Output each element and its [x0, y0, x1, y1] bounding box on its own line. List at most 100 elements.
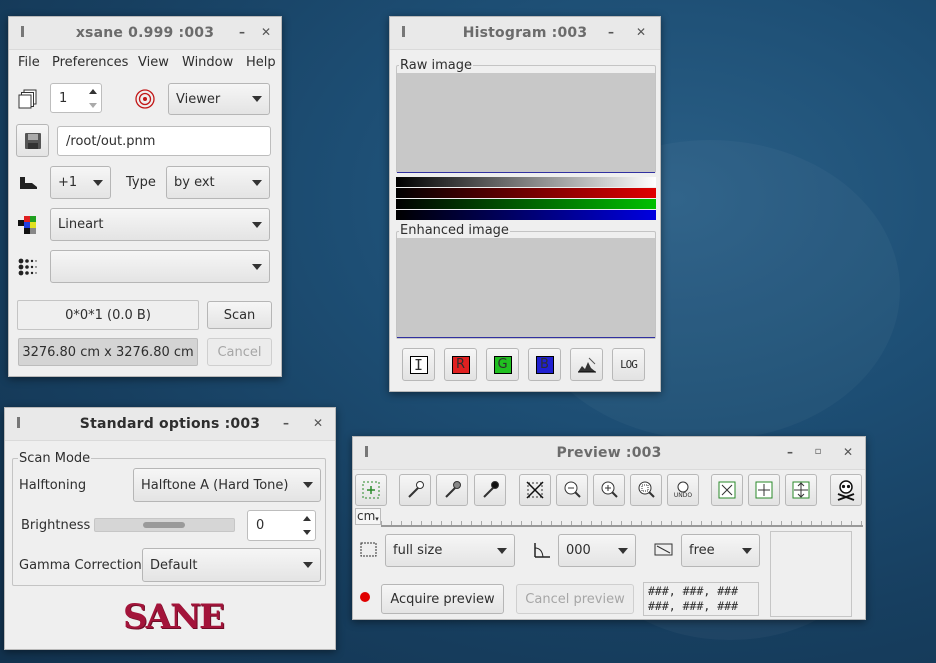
copies-spinbox[interactable]: 1 [50, 83, 102, 113]
standard-options-titlebar[interactable]: Standard options :003 – ✕ [5, 408, 335, 441]
center-area-button[interactable] [785, 474, 817, 506]
floppy-icon [24, 132, 41, 149]
file-type-combo[interactable]: by ext [166, 166, 270, 199]
log-scale-button[interactable]: LOG [612, 348, 645, 381]
copies-increment[interactable] [89, 88, 97, 94]
halftoning-label: Halftoning [19, 478, 87, 493]
auto-select-button[interactable] [519, 474, 551, 506]
xsane-titlebar[interactable]: xsane 0.999 :003 – ✕ [9, 17, 281, 50]
eyedropper-gray-icon [445, 481, 461, 498]
blue-toggle-button[interactable]: B [528, 348, 561, 381]
scan-mode-combo[interactable]: Lineart [50, 208, 270, 241]
brightness-spinbox[interactable]: 0 [247, 510, 316, 541]
histogram-titlebar[interactable]: Histogram :003 – ✕ [390, 17, 660, 50]
window-menu-handle[interactable] [21, 26, 24, 37]
cancel-preview-button[interactable]: Cancel preview [516, 584, 634, 614]
filename-field[interactable]: /root/out.pnm [57, 126, 271, 156]
scan-label: Scan [223, 307, 256, 323]
close-button[interactable]: ✕ [257, 23, 275, 41]
acquire-preview-button[interactable]: Acquire preview [381, 584, 504, 614]
filename-value: /root/out.pnm [66, 133, 156, 149]
minimize-button[interactable]: – [602, 23, 620, 41]
close-button[interactable]: ✕ [839, 443, 857, 461]
minimize-button[interactable]: – [233, 23, 251, 41]
pick-black-button[interactable] [474, 474, 506, 506]
menu-file[interactable]: File [18, 55, 40, 70]
enhanced-histogram-plot [397, 238, 655, 338]
window-menu-handle[interactable] [365, 446, 368, 457]
size-icon [360, 542, 378, 558]
scan-button[interactable]: Scan [207, 301, 272, 329]
full-area-button[interactable] [711, 474, 743, 506]
raw-image-label: Raw image [399, 58, 473, 73]
cancel-button[interactable]: Cancel [207, 338, 272, 366]
menu-view[interactable]: View [138, 55, 169, 70]
brightness-increment[interactable] [303, 515, 311, 521]
enhanced-image-label: Enhanced image [399, 223, 510, 238]
halftoning-combo[interactable]: Halftone A (Hard Tone) [133, 468, 321, 502]
menu-help[interactable]: Help [246, 55, 276, 70]
pick-white-button[interactable] [399, 474, 431, 506]
green-gradient-bar [396, 199, 656, 209]
zoom-selection-button[interactable] [630, 474, 662, 506]
blue-icon: B [535, 355, 554, 374]
window-title: Histogram :003 [462, 25, 588, 41]
pixel-display-button[interactable] [570, 348, 603, 381]
zoom-undo-button[interactable]: UNDO [667, 474, 699, 506]
menu-window[interactable]: Window [182, 55, 233, 70]
close-button[interactable]: ✕ [632, 23, 650, 41]
menu-preferences[interactable]: Preferences [52, 55, 128, 70]
sane-logo: SANE [117, 597, 229, 637]
zoom-in-button[interactable] [593, 474, 625, 506]
preview-area[interactable] [770, 531, 852, 617]
rotation-combo[interactable]: 000 [558, 534, 636, 567]
save-file-button[interactable] [16, 124, 49, 157]
preview-status-led [360, 592, 370, 602]
zoom-out-button[interactable] [556, 474, 588, 506]
select-area-icon [362, 481, 380, 499]
halftone-combo[interactable] [50, 250, 270, 283]
preset-size-combo[interactable]: full size [385, 534, 515, 567]
minimize-button[interactable]: – [277, 414, 295, 432]
select-area-button[interactable] [355, 474, 387, 506]
viewer-combo[interactable]: Viewer [168, 83, 270, 115]
scan-mode-label: Scan Mode [18, 451, 92, 466]
brightness-slider-handle[interactable] [143, 522, 185, 528]
filename-step-combo[interactable]: +1 [50, 166, 111, 199]
maximize-area-button[interactable] [748, 474, 780, 506]
raw-histogram-plot [397, 73, 655, 173]
maximize-area-icon [755, 481, 773, 499]
preview-titlebar[interactable]: Preview :003 – ▫ ✕ [353, 437, 865, 470]
minimize-button[interactable]: – [781, 443, 799, 461]
brightness-label: Brightness [21, 518, 91, 533]
coords-line-2: ###, ###, ### [648, 599, 739, 613]
green-toggle-button[interactable]: G [486, 348, 519, 381]
xsane-main-window: xsane 0.999 :003 – ✕ File Preferences Vi… [8, 16, 282, 377]
zoom-in-icon [601, 481, 618, 498]
undo-label: UNDO [673, 492, 693, 499]
brightness-slider[interactable] [94, 518, 235, 532]
gamma-correction-combo[interactable]: Default [142, 548, 321, 582]
type-value: by ext [174, 175, 215, 190]
maximize-button[interactable]: ▫ [809, 443, 827, 461]
menubar: File Preferences View Window Help [9, 49, 281, 75]
copies-decrement[interactable] [89, 102, 97, 108]
pick-gray-button[interactable] [436, 474, 468, 506]
unit-selector[interactable]: cm▾ [355, 508, 381, 525]
red-toggle-button[interactable]: R [444, 348, 477, 381]
eyedropper-black-icon [483, 481, 499, 498]
brightness-value: 0 [256, 518, 265, 533]
rotation-icon [532, 541, 552, 559]
window-menu-handle[interactable] [17, 417, 20, 428]
intensity-toggle-button[interactable]: I [402, 348, 435, 381]
green-icon: G [493, 355, 512, 374]
window-menu-handle[interactable] [402, 26, 405, 37]
unit-label: cm [357, 509, 376, 523]
window-title: Standard options :003 [79, 416, 261, 432]
brightness-decrement[interactable] [303, 530, 311, 536]
delete-preview-button[interactable] [830, 474, 862, 506]
preset-size-value: full size [393, 543, 443, 558]
scanmode-icon [18, 216, 38, 234]
close-button[interactable]: ✕ [309, 414, 327, 432]
aspect-ratio-combo[interactable]: free [681, 534, 760, 567]
